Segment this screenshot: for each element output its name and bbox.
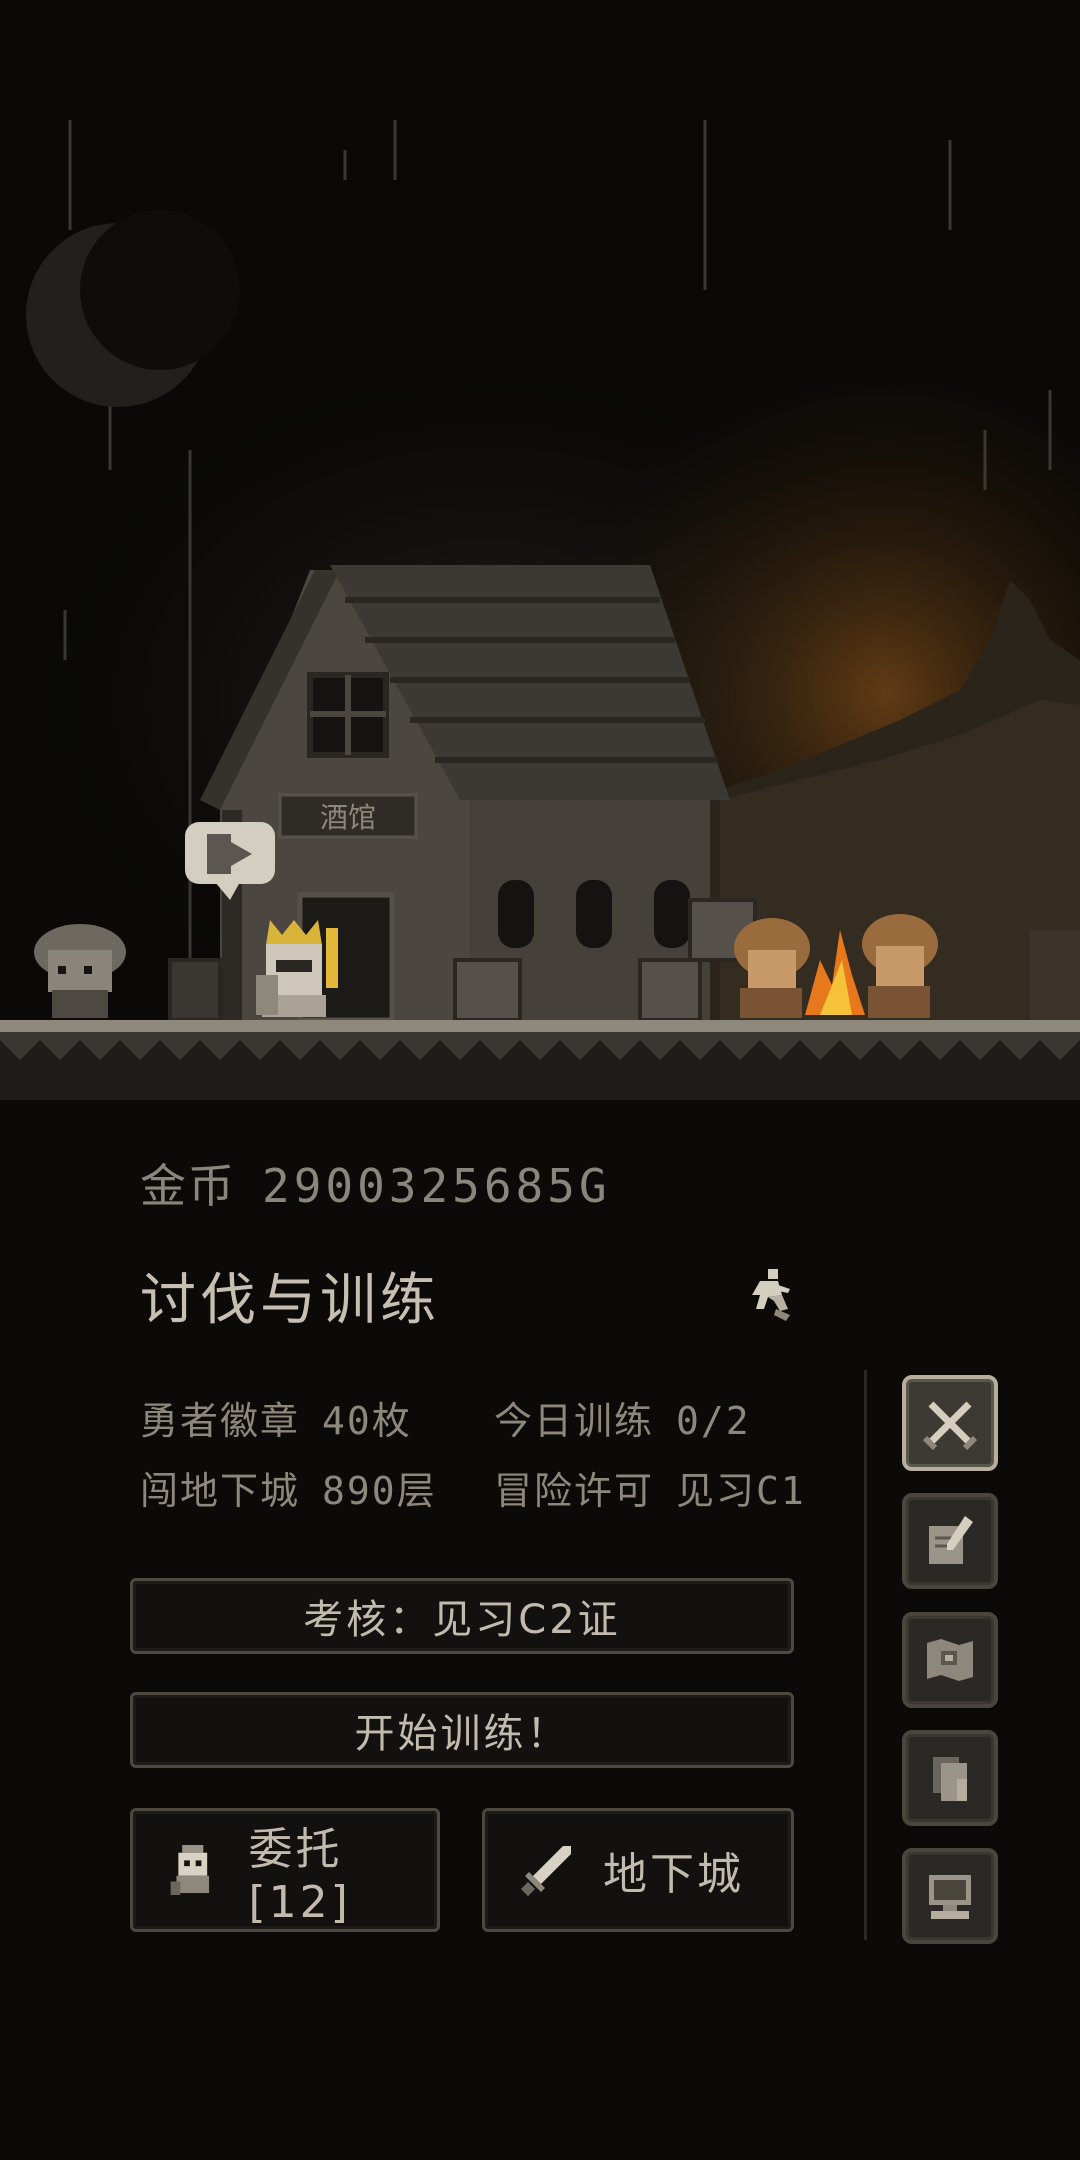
exam-button[interactable]: 考核：见习C2证 [130,1578,794,1654]
start-training-button[interactable]: 开始训练！ [130,1692,794,1768]
training-panel: 金币 2900325685G 讨伐与训练 勇者徽章 40枚 今日训练 0/2 闯地下城… [0,1100,1080,2160]
stat-hero-badge: 勇者徽章 40枚 [140,1399,412,1443]
exam-button-label: 考核：见习C2证 [303,1597,621,1643]
gold-display: 金币 2900325685G [140,1150,611,1216]
tavern-sign: 酒馆 [320,801,376,834]
side-tab-map[interactable] [902,1612,998,1708]
adventurer-icon [170,1845,210,1895]
sword-icon [520,1846,571,1897]
side-tab-battle[interactable] [902,1375,998,1471]
dungeon-button-label: 地下城 [603,1849,744,1900]
runner-icon[interactable] [738,1265,798,1325]
gold-value: 2900325685G [262,1159,611,1213]
panel-title: 讨伐与训练 [140,1268,440,1333]
commission-button-label: 委托[12] [248,1823,351,1928]
panel-divider [864,1370,867,1940]
stat-adventure-license: 冒险许可 见习C1 [494,1469,806,1513]
side-tab-quests[interactable] [902,1493,998,1589]
computer-icon [929,1875,971,1919]
map-icon [927,1639,973,1681]
gold-label: 金币 [140,1159,236,1213]
side-tab-documents[interactable] [902,1730,998,1826]
dungeon-button[interactable]: 地下城 [482,1808,794,1932]
stat-daily-training: 今日训练 0/2 [494,1399,751,1443]
quill-scroll-icon [929,1516,973,1564]
stat-dungeon-floors: 闯地下城 890层 [140,1469,437,1513]
documents-icon [933,1757,967,1801]
commission-button[interactable]: 委托[12] [130,1808,440,1932]
start-training-label: 开始训练！ [354,1711,570,1757]
crossed-swords-icon [922,1401,978,1451]
game-scene: 酒馆 [0,0,1080,1100]
side-tab-computer[interactable] [902,1848,998,1944]
